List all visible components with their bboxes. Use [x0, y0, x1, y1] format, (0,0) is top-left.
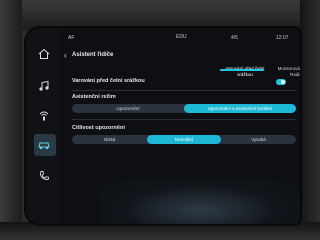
- frontal-warning-toggle[interactable]: [276, 79, 286, 85]
- sidebar: [26, 28, 62, 224]
- row-divider: [72, 90, 296, 91]
- music-note-icon[interactable]: [36, 78, 52, 94]
- frontal-warning-label: Varování před čelní srážkou: [72, 78, 145, 84]
- row-divider: [72, 119, 296, 120]
- active-tab-indicator: [220, 69, 264, 71]
- sensitivity-option-normal[interactable]: Normální: [147, 135, 221, 144]
- dashboard-bezel-right: [300, 0, 320, 240]
- home-icon[interactable]: [36, 46, 52, 62]
- screen-reflection: [100, 178, 300, 224]
- assist-mode-option-warning[interactable]: Upozornění: [72, 104, 184, 113]
- phone-icon[interactable]: [36, 168, 52, 184]
- sensitivity-option-high[interactable]: Vysoká: [221, 135, 296, 144]
- sensitivity-label: Citlivost upozornění: [72, 125, 125, 131]
- sensitivity-option-low[interactable]: Nízká: [72, 135, 147, 144]
- status-bar: AF EDU 4/5 12:07: [66, 34, 296, 44]
- clock: 12:07: [276, 35, 289, 41]
- page-title: Asistent řidiče: [72, 52, 114, 58]
- dashboard-bezel-left: [0, 0, 22, 240]
- connectivity-icon[interactable]: [36, 108, 52, 124]
- tab-label: Monitorování Slepé Radiče: [277, 66, 300, 77]
- sensitivity-segmented: Nízká Normální Vysoká: [72, 135, 296, 144]
- assist-mode-label: Asistenční režim: [72, 94, 116, 100]
- dashboard-bezel-bottom: [0, 222, 320, 240]
- assist-mode-segmented: Upozornění Upozornění a asistenční brzdě…: [72, 104, 296, 113]
- tab-label: Varování před čelní srážkou: [226, 66, 265, 77]
- page-header: ‹ Asistent řidiče Varování před čelní sr…: [62, 48, 300, 77]
- status-center-text: EDU: [176, 34, 187, 40]
- chevron-left-icon[interactable]: ‹: [64, 51, 67, 60]
- tab-frontal-collision[interactable]: Varování před čelní srážkou: [220, 66, 270, 77]
- status-signal-text: 4/5: [231, 35, 238, 41]
- infotainment-screen: AF EDU 4/5 12:07 ‹ Asistent řidiče Varov…: [26, 28, 300, 224]
- assist-mode-option-warning-braking[interactable]: Upozornění a asistenční brzdění: [184, 104, 296, 113]
- status-left-text: AF: [68, 35, 75, 41]
- car-settings-icon[interactable]: [36, 137, 52, 153]
- dashboard-bezel-top: [0, 0, 320, 30]
- tab-blind-spot[interactable]: Monitorování Slepé Radiče: [274, 66, 300, 77]
